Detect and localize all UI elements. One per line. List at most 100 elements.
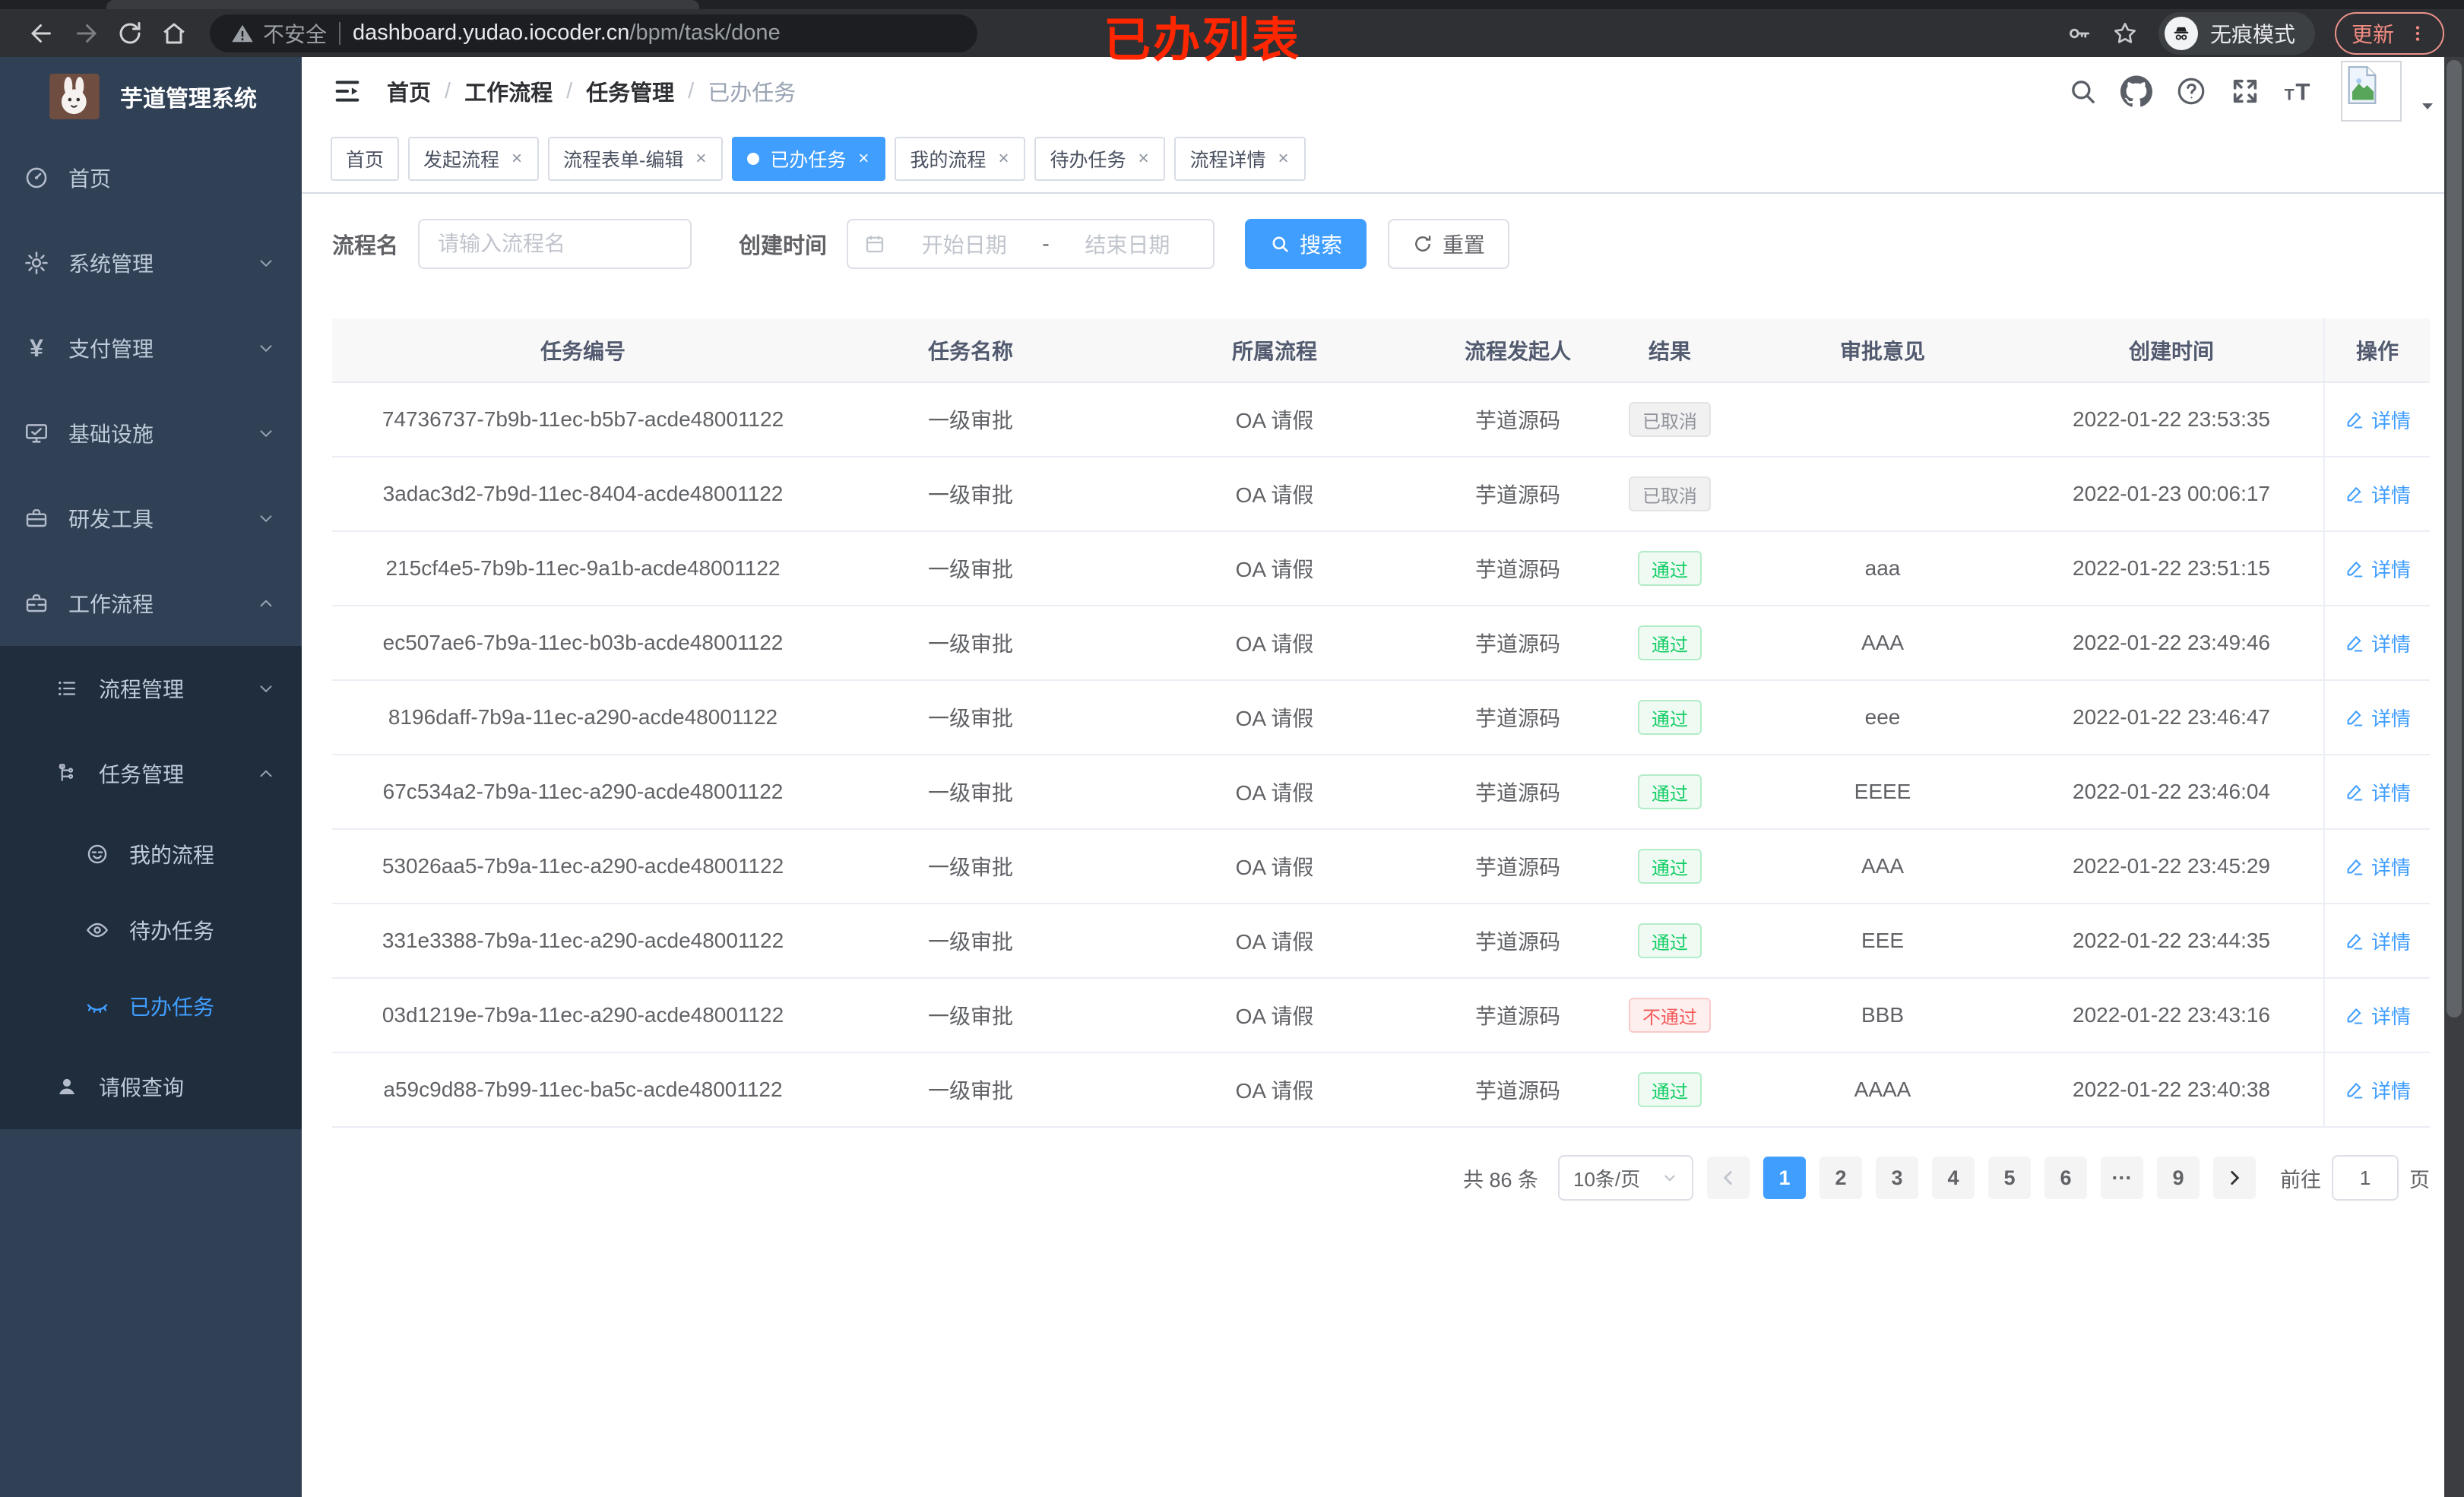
font-size-icon[interactable]: TT <box>2283 76 2318 106</box>
page-button-9[interactable]: 9 <box>2157 1157 2200 1199</box>
detail-link[interactable]: 详情 <box>2344 778 2411 806</box>
close-tab-icon[interactable]: × <box>694 148 708 169</box>
tab-待办任务[interactable]: 待办任务 × <box>1034 137 1166 181</box>
detail-link-label: 详情 <box>2371 409 2411 432</box>
close-tab-icon[interactable]: × <box>996 148 1010 169</box>
close-tab-icon[interactable]: × <box>510 148 524 169</box>
avatar-caret-icon[interactable] <box>2418 97 2437 116</box>
detail-link[interactable]: 详情 <box>2344 629 2411 657</box>
search-icon[interactable] <box>2067 76 2098 106</box>
detail-link[interactable]: 详情 <box>2344 927 2411 955</box>
reset-button[interactable]: 重置 <box>1388 219 1510 269</box>
forward-icon[interactable] <box>64 11 108 55</box>
address-bar[interactable]: 不安全 dashboard.yudao.iocoder.cn/bpm/task/… <box>210 14 977 52</box>
sidebar-item-payment[interactable]: ¥ 支付管理 <box>0 305 302 391</box>
browser-scrollbar[interactable] <box>2444 57 2464 1497</box>
close-tab-icon[interactable]: × <box>857 148 870 169</box>
page-button-4[interactable]: 4 <box>1932 1157 1975 1199</box>
breadcrumb-item-0[interactable]: 首页 <box>387 75 431 107</box>
start-date-placeholder: 开始日期 <box>921 233 1007 257</box>
detail-link-label: 详情 <box>2371 781 2411 805</box>
reload-icon[interactable] <box>108 11 152 55</box>
task-id: 03d1219e-7b9a-11ec-a290-acde48001122 <box>382 1003 784 1027</box>
sidebar-item-my-process[interactable]: 我的流程 <box>0 816 302 892</box>
sidebar-item-home[interactable]: 首页 <box>0 135 302 220</box>
page-button-6[interactable]: 6 <box>2044 1157 2087 1199</box>
goto-page-input[interactable] <box>2332 1155 2399 1201</box>
page-button-1[interactable]: 1 <box>1763 1157 1806 1199</box>
detail-link[interactable]: 详情 <box>2344 853 2411 881</box>
tab-首页[interactable]: 首页 <box>331 137 400 181</box>
browser-active-tab[interactable] <box>106 0 699 9</box>
sidebar-item-task-mgmt[interactable]: 任务管理 <box>0 731 302 816</box>
next-page-icon[interactable] <box>2213 1157 2256 1199</box>
app-title: 芋道管理系统 <box>120 86 257 112</box>
avatar[interactable] <box>2341 61 2402 122</box>
detail-link[interactable]: 详情 <box>2344 704 2411 732</box>
sidebar-item-todo-task[interactable]: 待办任务 <box>0 892 302 968</box>
sidebar-item-label: 研发工具 <box>68 508 154 531</box>
process-name-input[interactable] <box>418 219 692 269</box>
url-text[interactable]: dashboard.yudao.iocoder.cn/bpm/task/done <box>353 21 781 46</box>
page-button-2[interactable]: 2 <box>1819 1157 1862 1199</box>
created-time: 2022-01-22 23:51:15 <box>2073 556 2270 580</box>
prev-page-icon[interactable] <box>1707 1157 1750 1199</box>
page-button-3[interactable]: 3 <box>1876 1157 1918 1199</box>
scrollbar-thumb[interactable] <box>2447 60 2462 1018</box>
date-range-input[interactable]: 开始日期 - 结束日期 <box>847 219 1215 269</box>
sidebar-item-workflow[interactable]: 工作流程 <box>0 561 302 646</box>
sidebar-item-infra[interactable]: 基础设施 <box>0 391 302 476</box>
tab-发起流程[interactable]: 发起流程 × <box>408 137 540 181</box>
action-cell: 详情 <box>2323 606 2430 679</box>
pagination: 共 86 条 10条/页 123456 ··· 9 前往 页 <box>332 1155 2430 1201</box>
detail-link[interactable]: 详情 <box>2344 1076 2411 1104</box>
breadcrumb-item-1[interactable]: 工作流程 <box>464 75 553 107</box>
sidebar-item-done-task[interactable]: 已办任务 <box>0 968 302 1044</box>
page-button-5[interactable]: 5 <box>1988 1157 2031 1199</box>
tab-我的流程[interactable]: 我的流程 × <box>895 137 1026 181</box>
detail-link[interactable]: 详情 <box>2344 480 2411 508</box>
close-tab-icon[interactable]: × <box>1136 148 1150 169</box>
key-icon[interactable] <box>2066 21 2092 46</box>
tab-流程表单-编辑[interactable]: 流程表单-编辑 × <box>548 137 724 181</box>
process-name: OA 请假 <box>1235 483 1314 507</box>
rabbit-logo-icon <box>49 73 100 119</box>
github-icon[interactable] <box>2120 75 2152 107</box>
page-size-select[interactable]: 10条/页 <box>1558 1155 1693 1201</box>
created-time: 2022-01-22 23:43:16 <box>2073 1003 2270 1027</box>
home-icon[interactable] <box>152 11 196 55</box>
process-name: OA 请假 <box>1235 1005 1314 1028</box>
fullscreen-icon[interactable] <box>2230 76 2260 106</box>
close-tab-icon[interactable]: × <box>1277 148 1291 169</box>
back-icon[interactable] <box>20 11 64 55</box>
security-warning[interactable]: 不安全 <box>231 18 327 49</box>
page-unit-label: 页 <box>2409 1168 2430 1192</box>
detail-link[interactable]: 详情 <box>2344 406 2411 434</box>
search-button[interactable]: 搜索 <box>1245 219 1367 269</box>
tab-流程详情[interactable]: 流程详情 × <box>1174 137 1306 181</box>
detail-link[interactable]: 详情 <box>2344 555 2411 583</box>
result-badge: 通过 <box>1638 849 1702 884</box>
tab-已办任务[interactable]: 已办任务 × <box>732 137 886 181</box>
sidebar-item-leave-query[interactable]: 请假查询 <box>0 1044 302 1129</box>
page-buttons: 1 2 3 4 5 6 ··· 9 <box>1763 1157 2200 1199</box>
sidebar-item-system[interactable]: 系统管理 <box>0 220 302 305</box>
edit-pen-icon <box>2344 781 2365 802</box>
sidebar-item-devtools[interactable]: 研发工具 <box>0 476 302 561</box>
sidebar-logo-row[interactable]: 芋道管理系统 <box>0 57 302 135</box>
process-starter: 芋道源码 <box>1474 483 1560 507</box>
bookmark-star-icon[interactable] <box>2111 20 2139 47</box>
breadcrumb-item-2[interactable]: 任务管理 <box>586 75 674 107</box>
detail-link[interactable]: 详情 <box>2344 1002 2411 1030</box>
sidebar-collapse-icon[interactable] <box>332 76 363 106</box>
task-id: 8196daff-7b9a-11ec-a290-acde48001122 <box>388 705 778 729</box>
chevron-down-icon <box>256 338 276 358</box>
dashboard-icon <box>23 165 50 191</box>
sidebar-item-label: 工作流程 <box>68 593 154 616</box>
sidebar-item-process-mgmt[interactable]: 流程管理 <box>0 646 302 731</box>
update-button[interactable]: 更新 <box>2334 11 2444 55</box>
process-starter: 芋道源码 <box>1474 1079 1560 1103</box>
breadcrumb-separator: / <box>566 78 573 103</box>
help-icon[interactable] <box>2175 75 2207 107</box>
chevron-down-icon <box>256 253 276 273</box>
